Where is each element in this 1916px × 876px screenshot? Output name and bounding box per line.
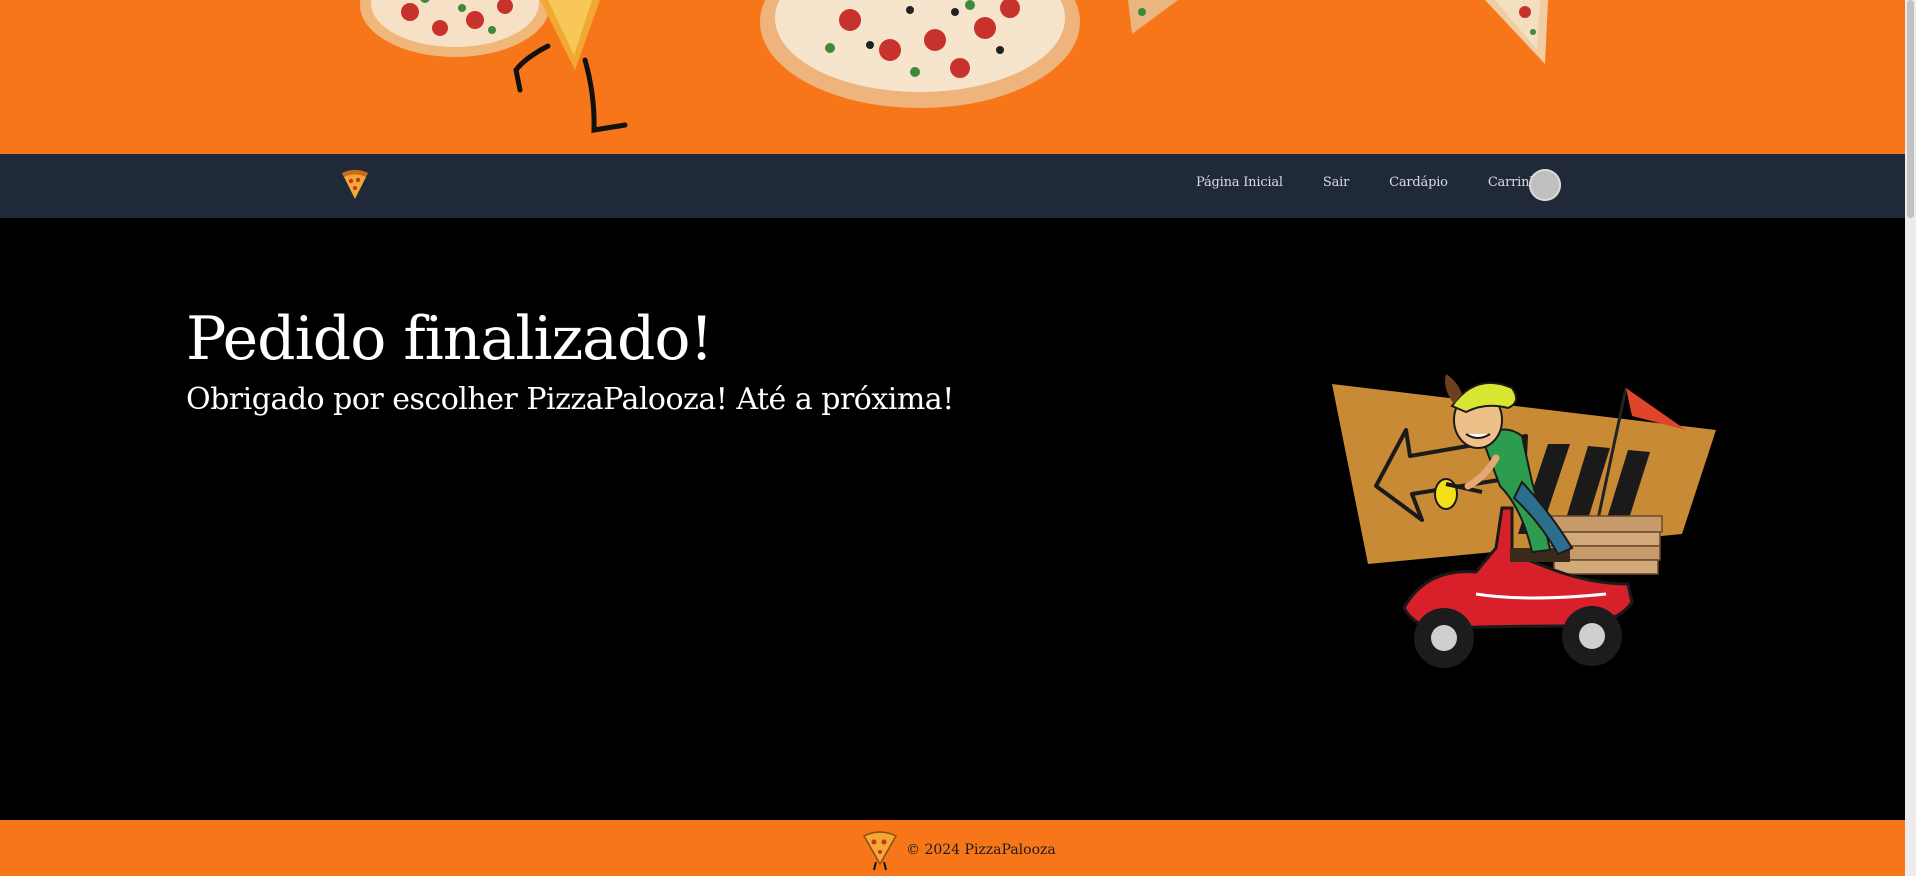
footer-content: © 2024 PizzaPalooza — [860, 828, 1056, 872]
pizza-banner-image — [360, 0, 1548, 133]
nav-link-logout[interactable]: Sair — [1323, 175, 1349, 190]
copyright-text: © 2024 PizzaPalooza — [906, 842, 1056, 858]
pizza-left-icon — [360, 0, 550, 57]
nav-links: Página Inicial Sair Cardápio Carrinho — [1196, 175, 1545, 190]
page-subtitle: Obrigado por escolher PizzaPalooza! Até … — [186, 382, 954, 417]
nav-link-home[interactable]: Página Inicial — [1196, 175, 1283, 190]
pizza-slice-small-icon — [1128, 0, 1178, 34]
page-scrollbar[interactable] — [1905, 0, 1916, 876]
main-content: Pedido finalizado! Obrigado por escolher… — [0, 218, 1905, 820]
delivery-scooter-illustration — [1332, 374, 1716, 668]
pizza-slice-icon[interactable] — [340, 167, 370, 201]
scrollbar-thumb[interactable] — [1907, 0, 1914, 218]
hero-banner — [0, 0, 1905, 154]
pizza-center-icon — [760, 0, 1080, 108]
footer: © 2024 PizzaPalooza — [0, 820, 1905, 876]
pizza-mascot-icon — [862, 831, 898, 871]
user-avatar-icon[interactable] — [1529, 169, 1561, 201]
nav-link-menu[interactable]: Cardápio — [1389, 175, 1448, 190]
page-title: Pedido finalizado! — [186, 304, 714, 374]
navbar: Página Inicial Sair Cardápio Carrinho — [0, 154, 1905, 218]
pizza-slice-right-icon — [1485, 0, 1548, 64]
